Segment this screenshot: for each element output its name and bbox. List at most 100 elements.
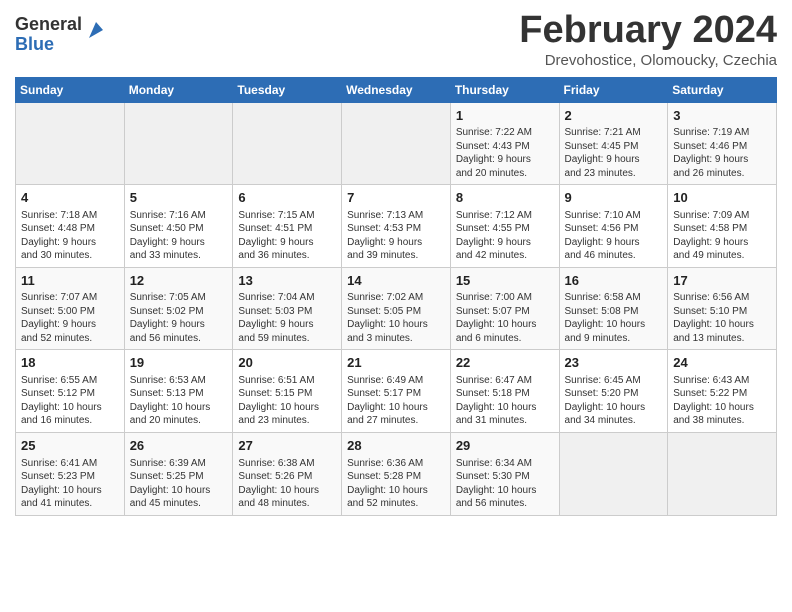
- cell-info: and 39 minutes.: [347, 249, 445, 263]
- cell-info: Daylight: 10 hours: [21, 484, 119, 498]
- week-row-3: 18Sunrise: 6:55 AMSunset: 5:12 PMDayligh…: [16, 350, 777, 433]
- calendar-cell: 14Sunrise: 7:02 AMSunset: 5:05 PMDayligh…: [342, 267, 451, 350]
- day-number: 5: [130, 189, 228, 207]
- calendar-cell: 26Sunrise: 6:39 AMSunset: 5:25 PMDayligh…: [124, 432, 233, 515]
- cell-info: and 27 minutes.: [347, 414, 445, 428]
- cell-info: and 48 minutes.: [238, 497, 336, 511]
- calendar-cell: 17Sunrise: 6:56 AMSunset: 5:10 PMDayligh…: [668, 267, 777, 350]
- calendar-cell: 28Sunrise: 6:36 AMSunset: 5:28 PMDayligh…: [342, 432, 451, 515]
- calendar-cell: [16, 102, 125, 185]
- day-number: 11: [21, 272, 119, 290]
- cell-info: Daylight: 10 hours: [673, 401, 771, 415]
- cell-info: Sunset: 5:12 PM: [21, 387, 119, 401]
- calendar-cell: 23 Sunrise: 6:45 AMSunset: 5:20 PMDayligh…: [559, 350, 668, 433]
- cell-info: Sunset: 5:10 PM: [673, 305, 771, 319]
- cell-info: Sunrise: 6:39 AM: [130, 457, 228, 471]
- cell-info: Sunset: 4:55 PM: [456, 222, 554, 236]
- header-day-monday: Monday: [124, 77, 233, 102]
- cell-info: and 45 minutes.: [130, 497, 228, 511]
- calendar-cell: [233, 102, 342, 185]
- day-number: 22: [456, 354, 554, 372]
- cell-info: Daylight: 10 hours: [673, 318, 771, 332]
- cell-info: Daylight: 10 hours: [565, 401, 663, 415]
- calendar-cell: 2Sunrise: 7:21 AMSunset: 4:45 PMDaylight…: [559, 102, 668, 185]
- cell-info: and 41 minutes.: [21, 497, 119, 511]
- cell-info: Sunset: 4:46 PM: [673, 140, 771, 154]
- cell-info: Sunset: 5:03 PM: [238, 305, 336, 319]
- logo-arrow-icon: [85, 20, 107, 42]
- day-number: 4: [21, 189, 119, 207]
- cell-info: Sunrise: 6:47 AM: [456, 374, 554, 388]
- calendar-cell: 21Sunrise: 6:49 AMSunset: 5:17 PMDayligh…: [342, 350, 451, 433]
- day-number: 13: [238, 272, 336, 290]
- cell-info: Sunrise: 7:05 AM: [130, 291, 228, 305]
- calendar-cell: 13Sunrise: 7:04 AMSunset: 5:03 PMDayligh…: [233, 267, 342, 350]
- calendar-cell: 9Sunrise: 7:10 AMSunset: 4:56 PMDaylight…: [559, 185, 668, 268]
- cell-info: Sunset: 4:48 PM: [21, 222, 119, 236]
- calendar-cell: 7Sunrise: 7:13 AMSunset: 4:53 PMDaylight…: [342, 185, 451, 268]
- cell-info: Sunset: 4:43 PM: [456, 140, 554, 154]
- cell-info: Daylight: 9 hours: [673, 236, 771, 250]
- header-day-thursday: Thursday: [450, 77, 559, 102]
- cell-info: Sunset: 5:13 PM: [130, 387, 228, 401]
- cell-info: Sunrise: 7:07 AM: [21, 291, 119, 305]
- cell-info: and 59 minutes.: [238, 332, 336, 346]
- cell-info: Sunrise: 7:15 AM: [238, 209, 336, 223]
- header-day-saturday: Saturday: [668, 77, 777, 102]
- calendar-cell: 20Sunrise: 6:51 AMSunset: 5:15 PMDayligh…: [233, 350, 342, 433]
- day-number: 7: [347, 189, 445, 207]
- calendar-cell: 29Sunrise: 6:34 AMSunset: 5:30 PMDayligh…: [450, 432, 559, 515]
- cell-info: Sunset: 4:50 PM: [130, 222, 228, 236]
- logo-general-text: General: [15, 15, 82, 35]
- cell-info: and 46 minutes.: [565, 249, 663, 263]
- day-number: 23: [565, 354, 663, 372]
- cell-info: Sunrise: 7:10 AM: [565, 209, 663, 223]
- cell-info: Sunrise: 6:45 AM: [565, 374, 663, 388]
- cell-info: Sunset: 4:58 PM: [673, 222, 771, 236]
- cell-info: Daylight: 10 hours: [130, 484, 228, 498]
- cell-info: Sunset: 5:20 PM: [565, 387, 663, 401]
- cell-info: Daylight: 9 hours: [347, 236, 445, 250]
- cell-info: and 52 minutes.: [347, 497, 445, 511]
- cell-info: Sunset: 5:26 PM: [238, 470, 336, 484]
- cell-info: and 6 minutes.: [456, 332, 554, 346]
- day-number: 9: [565, 189, 663, 207]
- cell-info: Sunrise: 7:12 AM: [456, 209, 554, 223]
- cell-info: Daylight: 10 hours: [238, 401, 336, 415]
- cell-info: Sunrise: 6:36 AM: [347, 457, 445, 471]
- cell-info: Sunset: 5:28 PM: [347, 470, 445, 484]
- day-number: 26: [130, 437, 228, 455]
- cell-info: Sunset: 5:18 PM: [456, 387, 554, 401]
- calendar-cell: 15Sunrise: 7:00 AMSunset: 5:07 PMDayligh…: [450, 267, 559, 350]
- cell-info: and 42 minutes.: [456, 249, 554, 263]
- calendar-cell: 27Sunrise: 6:38 AMSunset: 5:26 PMDayligh…: [233, 432, 342, 515]
- calendar-cell: 11Sunrise: 7:07 AMSunset: 5:00 PMDayligh…: [16, 267, 125, 350]
- cell-info: Sunrise: 7:13 AM: [347, 209, 445, 223]
- cell-info: Daylight: 9 hours: [130, 236, 228, 250]
- cell-info: Sunrise: 6:55 AM: [21, 374, 119, 388]
- calendar-cell: [342, 102, 451, 185]
- cell-info: Daylight: 10 hours: [565, 318, 663, 332]
- cell-info: Sunset: 5:05 PM: [347, 305, 445, 319]
- calendar-cell: 3Sunrise: 7:19 AMSunset: 4:46 PMDaylight…: [668, 102, 777, 185]
- day-number: 1: [456, 107, 554, 125]
- week-row-2: 11Sunrise: 7:07 AMSunset: 5:00 PMDayligh…: [16, 267, 777, 350]
- cell-info: Sunset: 5:17 PM: [347, 387, 445, 401]
- cell-info: Daylight: 9 hours: [673, 153, 771, 167]
- cell-info: Sunset: 4:45 PM: [565, 140, 663, 154]
- calendar-cell: 4Sunrise: 7:18 AMSunset: 4:48 PMDaylight…: [16, 185, 125, 268]
- cell-info: Daylight: 9 hours: [238, 318, 336, 332]
- cell-info: Sunrise: 7:16 AM: [130, 209, 228, 223]
- cell-info: Sunrise: 7:02 AM: [347, 291, 445, 305]
- calendar-cell: 1Sunrise: 7:22 AMSunset: 4:43 PMDaylight…: [450, 102, 559, 185]
- cell-info: Daylight: 9 hours: [565, 153, 663, 167]
- calendar-cell: [124, 102, 233, 185]
- location-text: Drevohostice, Olomoucky, Czechia: [519, 52, 777, 69]
- cell-info: Daylight: 9 hours: [21, 318, 119, 332]
- day-number: 29: [456, 437, 554, 455]
- calendar-body: 1Sunrise: 7:22 AMSunset: 4:43 PMDaylight…: [16, 102, 777, 515]
- cell-info: Daylight: 9 hours: [21, 236, 119, 250]
- day-number: 19: [130, 354, 228, 372]
- cell-info: Sunrise: 7:00 AM: [456, 291, 554, 305]
- day-number: 25: [21, 437, 119, 455]
